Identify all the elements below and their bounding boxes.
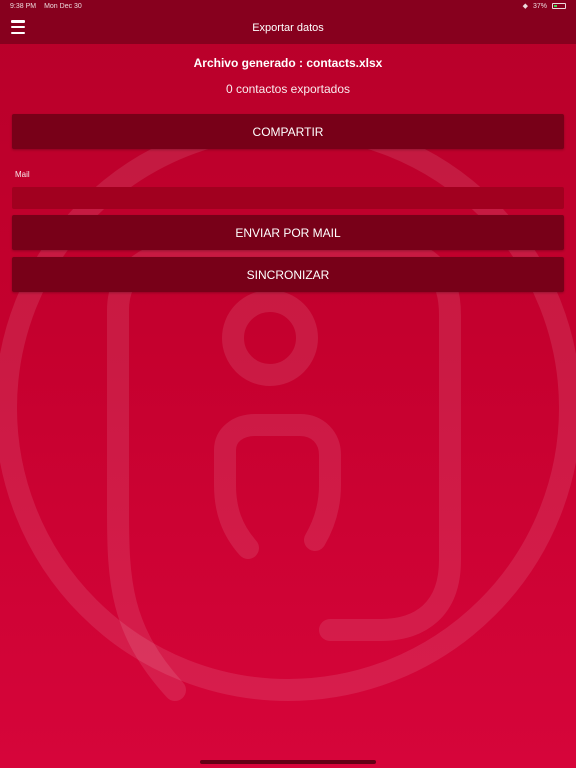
watermark-logo [0,115,576,701]
status-date: Mon Dec 30 [44,2,82,10]
page-title: Exportar datos [252,22,324,34]
battery-percent: 37% [532,2,547,10]
status-right: ◆ 37% [523,2,566,10]
nav-bar: Exportar datos [0,12,576,44]
share-button[interactable]: COMPARTIR [12,114,564,149]
sync-button[interactable]: SINCRONIZAR [12,257,564,292]
mail-input[interactable] [12,187,564,209]
battery-icon [552,3,566,9]
export-summary: Archivo generado : contacts.xlsx 0 conta… [0,44,576,96]
wifi-icon: ◆ [522,3,528,10]
status-time: 9:38 PM [10,2,37,10]
send-mail-button[interactable]: ENVIAR POR MAIL [12,215,564,250]
hamburger-menu-icon[interactable] [11,20,27,34]
mail-label: Mail [15,170,30,179]
exported-count-label: 0 contactos exportados [225,82,351,96]
file-generated-label: Archivo generado : contacts.xlsx [193,56,383,70]
status-left: 9:38 PM Mon Dec 30 [10,3,82,10]
status-bar: 9:38 PM Mon Dec 30 ◆ 37% [0,0,576,12]
home-indicator [200,760,376,764]
